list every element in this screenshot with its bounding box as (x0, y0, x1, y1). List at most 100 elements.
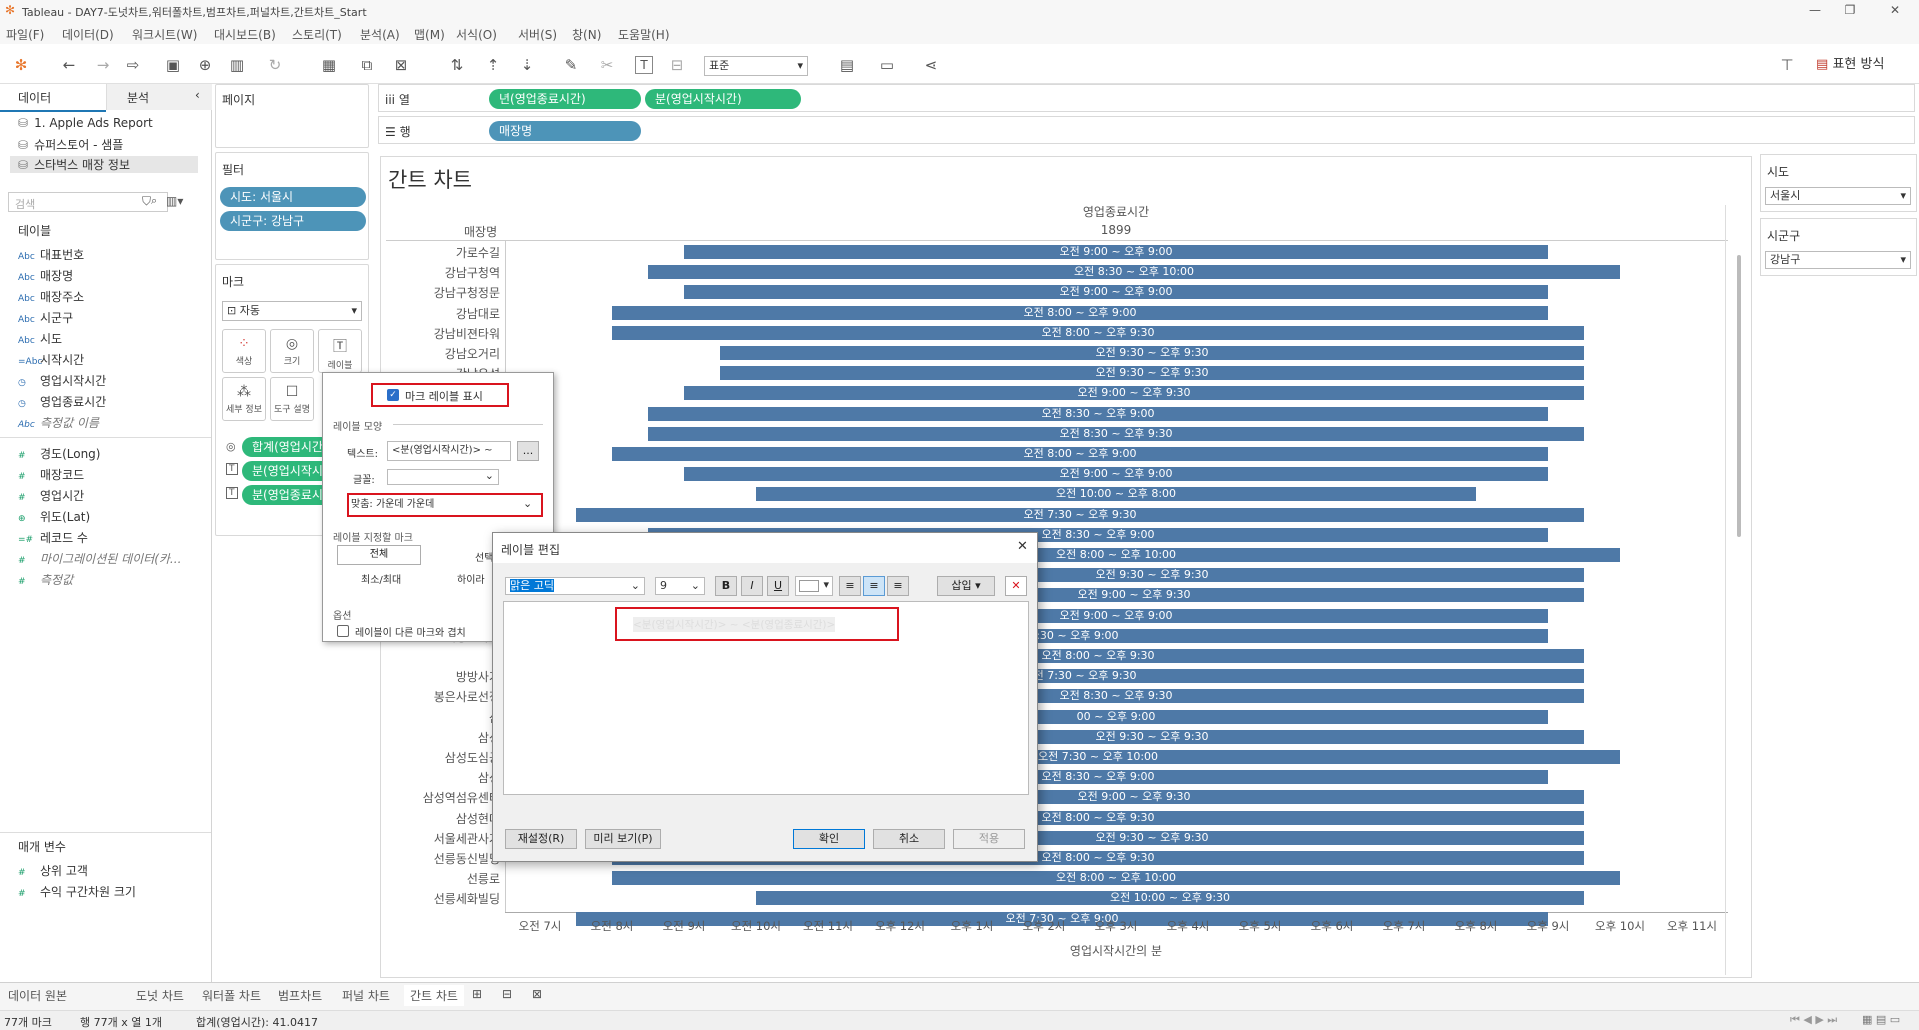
cancel-button[interactable]: 취소 (873, 829, 945, 849)
data-source-item[interactable]: ⛁ 스타벅스 매장 정보 (10, 156, 198, 173)
data-source-item[interactable]: ⛁ 1. Apple Ads Report (18, 116, 153, 130)
sheet-tab[interactable]: 퍼널 차트 (342, 987, 390, 1004)
sheet-tab[interactable]: 범프차트 (278, 987, 322, 1004)
dimension-field[interactable]: ◷ 영업시작시간 (18, 372, 106, 389)
new-story-tab-icon[interactable]: ⊠ (532, 987, 542, 1001)
highlight-icon[interactable]: ✎ (560, 54, 582, 76)
filter-pill-sigungu[interactable]: 시군구: 강남구 (220, 211, 366, 231)
align-left-button[interactable]: ≡ (839, 576, 861, 596)
label-text-content[interactable]: <분(영업시작시간)> ~ <분(영업종료시간)> (633, 617, 836, 632)
minimize-icon[interactable]: — (1800, 3, 1830, 19)
save-icon[interactable]: ▣ (162, 54, 184, 76)
dialog-font-select[interactable]: 맑은 고딕 ⌄ (505, 577, 645, 595)
menu-item[interactable]: 워크시트(W) (132, 26, 197, 43)
color-picker[interactable]: ▾ (795, 576, 833, 596)
dialog-close-icon[interactable]: ✕ (1017, 539, 1028, 554)
new-dashboard-tab-icon[interactable]: ⊟ (502, 987, 512, 1001)
show-labels-icon[interactable]: T (635, 56, 653, 74)
sheet-tab[interactable]: 도넛 차트 (136, 987, 184, 1004)
dimension-field[interactable]: Abc 대표번호 (18, 246, 84, 263)
label-all-button[interactable]: 전체 (337, 545, 421, 565)
column-pill-end[interactable]: 년(영업종료시간) (489, 89, 641, 109)
show-me-button[interactable]: ▤ 표현 방식 (1816, 54, 1884, 76)
show-labels-checkbox[interactable]: ✓ (387, 389, 399, 401)
dimension-field[interactable]: Abc 시도 (18, 330, 62, 347)
pages-shelf[interactable]: 페이지 (215, 84, 369, 148)
rows-shelf[interactable]: ☰ 행 매장명 (378, 116, 1915, 144)
menu-item[interactable]: 스토리(T) (292, 26, 342, 43)
mark-type-select[interactable]: ⊡ 자동 ▾ (222, 301, 362, 321)
vertical-scrollbar[interactable] (1737, 255, 1741, 537)
tooltip-button[interactable]: ☐ 도구 설명 (270, 377, 314, 421)
sheet-nav-icon[interactable]: ⏮ ◀ ▶ ⏭ (1790, 1013, 1837, 1027)
measure-field[interactable]: ⊕ 위도(Lat) (18, 508, 90, 525)
sheet-tab[interactable]: 워터폴 차트 (202, 987, 261, 1004)
overlap-checkbox[interactable] (337, 625, 349, 637)
underline-button[interactable]: U (767, 576, 789, 596)
replace-data-icon[interactable]: ⇨ (122, 54, 144, 76)
menu-item[interactable]: 창(N) (572, 26, 601, 43)
label-minmax-option[interactable]: 최소/최대 (361, 571, 401, 586)
filter-fields-icon[interactable]: ⛉ (142, 194, 151, 209)
menu-item[interactable]: 분석(A) (360, 26, 400, 43)
fit-select[interactable]: 표준 ▾ (704, 56, 808, 76)
menu-item[interactable]: 파일(F) (6, 26, 44, 43)
color-button[interactable]: ⁘ 색상 (222, 329, 266, 373)
column-pill-start[interactable]: 분(영업시작시간) (645, 89, 801, 109)
refresh-icon[interactable]: ↻ (264, 54, 286, 76)
align-right-button[interactable]: ≡ (887, 576, 909, 596)
filter-pill-sido[interactable]: 시도: 서울시 (220, 187, 366, 207)
label-button[interactable]: 🅃 레이블 (318, 329, 362, 373)
dimension-field[interactable]: Abc 매장명 (18, 267, 73, 284)
presentation-icon[interactable]: ▭ (876, 54, 898, 76)
new-worksheet-icon[interactable]: ▦ (318, 54, 340, 76)
close-window-icon[interactable]: ✕ (1880, 3, 1910, 19)
parameter-field[interactable]: # 수익 구간차원 크기 (18, 883, 136, 900)
sigungu-select[interactable]: 강남구 ▾ (1765, 251, 1911, 269)
view-options-icon[interactable]: ▥▾ (166, 194, 183, 208)
fix-axes-icon[interactable]: ⊟ (666, 54, 688, 76)
italic-button[interactable]: I (741, 576, 763, 596)
pause-updates-icon[interactable]: ▥ (226, 54, 248, 76)
tab-data[interactable]: 데이터 (18, 86, 51, 110)
dimension-field[interactable]: =Abc시작시간 (18, 351, 84, 368)
ok-button[interactable]: 확인 (793, 829, 865, 849)
menu-item[interactable]: 도움말(H) (618, 26, 670, 43)
measure-field[interactable]: # 영업시간 (18, 487, 84, 504)
share-icon[interactable]: ⋖ (920, 54, 942, 76)
dimension-field[interactable]: Abc 매장주소 (18, 288, 84, 305)
sido-select[interactable]: 서울시 ▾ (1765, 187, 1911, 205)
detail-button[interactable]: ⁂ 세부 정보 (222, 377, 266, 421)
apply-button[interactable]: 적용 (953, 829, 1025, 849)
insert-button[interactable]: 삽입 ▾ (937, 576, 995, 596)
pin-icon[interactable]: ⊤ (1776, 54, 1798, 76)
row-pill-store[interactable]: 매장명 (489, 121, 641, 141)
reset-button[interactable]: 재설정(R) (505, 829, 577, 849)
filters-shelf[interactable]: 필터 시도: 서울시 시군구: 강남구 (215, 152, 369, 260)
swap-icon[interactable]: ⇅ (446, 54, 468, 76)
redo-icon[interactable]: → (92, 54, 114, 76)
dialog-size-select[interactable]: 9 ⌄ (655, 577, 705, 595)
sort-desc-icon[interactable]: ⇣ (516, 54, 538, 76)
label-text-field[interactable]: <분(영업시작시간)> ~ (387, 441, 511, 461)
measure-field[interactable]: =# 레코드 수 (18, 529, 88, 546)
dimension-field[interactable]: Abc 측정값 이름 (18, 414, 99, 431)
label-highlighted-option[interactable]: 하이라 (457, 571, 485, 586)
size-button[interactable]: ◎ 크기 (270, 329, 314, 373)
measure-field[interactable]: # 매장코드 (18, 466, 84, 483)
bold-button[interactable]: B (715, 576, 737, 596)
measure-field[interactable]: # 측정값 (18, 571, 73, 588)
show-cards-icon[interactable]: ▤ (836, 54, 858, 76)
menu-item[interactable]: 서식(O) (456, 26, 497, 43)
tableau-home-icon[interactable]: ✻ (10, 54, 32, 76)
tab-analysis[interactable]: 분석 ‹ (106, 84, 212, 110)
sheet-sorter-icon[interactable]: ▦ ▤ ▭ (1862, 1013, 1900, 1026)
label-selected-option[interactable]: 선택 (475, 549, 493, 564)
restore-icon[interactable]: ❐ (1835, 3, 1865, 19)
undo-icon[interactable]: ← (58, 54, 80, 76)
sort-asc-icon[interactable]: ⇡ (482, 54, 504, 76)
group-icon[interactable]: ✂ (596, 54, 618, 76)
clear-icon[interactable]: ⊠ (390, 54, 412, 76)
sheet-tab[interactable]: 데이터 원본 (8, 987, 67, 1004)
collapse-icon[interactable]: ‹ (195, 88, 200, 102)
